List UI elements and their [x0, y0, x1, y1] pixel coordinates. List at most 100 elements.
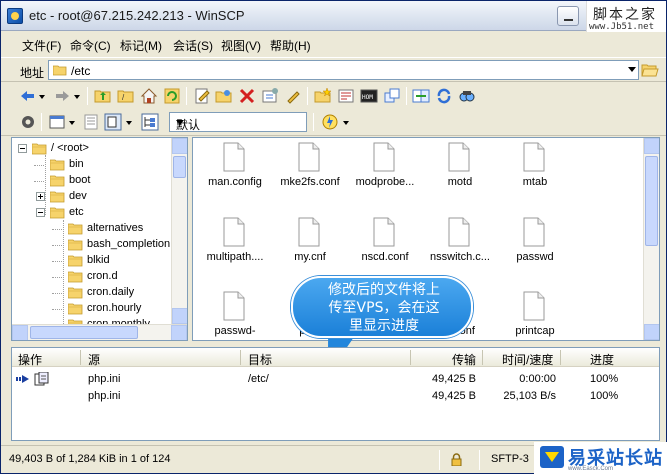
address-input[interactable]: /etc	[48, 60, 639, 80]
queue-row[interactable]: php.ini /etc/ 49,425 B 0:00:00 100%	[12, 372, 659, 388]
file-item[interactable]: passwd	[495, 215, 575, 285]
annotation-callout: 修改后的文件将上 传至VPS，会在这 里显示进度	[291, 276, 473, 338]
scroll-left-icon[interactable]	[12, 325, 28, 340]
expand-icon[interactable]	[36, 192, 45, 201]
transfer-options-dropdown-icon[interactable]	[343, 121, 349, 125]
file-item[interactable]: nsswitch.c...	[420, 215, 500, 285]
scroll-up-icon[interactable]	[172, 138, 187, 154]
queue-progress: 100%	[590, 373, 619, 385]
keep-up-to-date-icon[interactable]	[435, 87, 453, 105]
tree-item[interactable]: cron.d	[12, 269, 172, 285]
forward-dropdown-icon[interactable]	[74, 95, 80, 99]
menu-mark[interactable]: 标记(M)	[120, 37, 162, 54]
tree-item[interactable]: cron.daily	[12, 285, 172, 301]
queue-col-progress[interactable]: 进度	[590, 351, 614, 368]
file-item[interactable]: man.config	[195, 140, 275, 210]
tree-item[interactable]: bin	[12, 157, 172, 173]
callout-text: 修改后的文件将上 传至VPS，会在这 里显示进度	[305, 281, 463, 335]
lock-icon	[451, 453, 462, 466]
queue-icon[interactable]	[337, 87, 355, 105]
tree-item[interactable]: alternatives	[12, 221, 172, 237]
column-list-icon[interactable]	[82, 113, 100, 131]
forward-arrow-icon[interactable]	[53, 87, 71, 105]
file-item[interactable]: motd	[420, 140, 500, 210]
edit-file-icon[interactable]	[193, 87, 211, 105]
file-item[interactable]: passwd-	[195, 289, 275, 340]
queue-col-operation[interactable]: 操作	[18, 351, 42, 368]
tree-view-icon[interactable]	[141, 113, 159, 131]
scroll-down-icon[interactable]	[172, 308, 187, 324]
file-item[interactable]: nscd.conf	[345, 215, 425, 285]
scroll-thumb[interactable]	[173, 156, 186, 178]
transfer-queue[interactable]: 操作 源 目标 传输 时间/速度 进度 php.ini /etc/ 49,425…	[11, 347, 660, 441]
scroll-right-icon[interactable]	[171, 325, 187, 340]
queue-col-time-speed[interactable]: 时间/速度	[502, 351, 553, 368]
menu-session[interactable]: 会话(S)	[173, 37, 213, 54]
file-item[interactable]: my.cnf	[270, 215, 350, 285]
preferences-gear-icon[interactable]	[19, 113, 37, 131]
compare-icon[interactable]	[412, 87, 430, 105]
menu-help[interactable]: 帮助(H)	[270, 37, 311, 54]
scroll-thumb[interactable]	[645, 156, 658, 246]
view-mode-icon[interactable]	[48, 113, 66, 131]
queue-col-target[interactable]: 目标	[248, 351, 272, 368]
callout-line-2: 传至VPS，会在这	[328, 300, 440, 316]
thumbnails-icon[interactable]	[104, 113, 122, 131]
queue-col-transferred[interactable]: 传输	[452, 351, 476, 368]
tree-item[interactable]: blkid	[12, 253, 172, 269]
address-dropdown-icon[interactable]	[628, 67, 636, 72]
queue-row[interactable]: php.ini 49,425 B 25,103 B/s 100%	[12, 389, 659, 405]
tree-item-label: blkid	[87, 254, 110, 266]
minimize-button[interactable]	[557, 6, 579, 26]
synchronize-icon[interactable]	[383, 87, 401, 105]
menu-commands[interactable]: 命令(C)	[70, 37, 111, 54]
open-file-icon[interactable]	[215, 87, 233, 105]
menu-file[interactable]: 文件(F)	[22, 37, 61, 54]
scroll-down-icon[interactable]	[644, 324, 659, 340]
parent-folder-icon[interactable]	[94, 87, 112, 105]
collapse-icon[interactable]	[36, 208, 45, 217]
back-arrow-icon[interactable]	[19, 87, 37, 105]
file-icon	[223, 142, 245, 172]
properties-icon[interactable]	[261, 87, 279, 105]
tree-horizontal-scrollbar[interactable]	[12, 324, 187, 340]
queue-col-source[interactable]: 源	[88, 351, 100, 368]
terminal-icon[interactable]: HOM	[360, 87, 378, 105]
tree-item[interactable]: etc	[12, 205, 172, 221]
view-mode-dropdown-icon[interactable]	[69, 121, 75, 125]
collapse-icon[interactable]	[18, 144, 27, 153]
files-vertical-scrollbar[interactable]	[643, 138, 659, 340]
tree-item[interactable]: bash_completion	[12, 237, 172, 253]
tree-item[interactable]: boot	[12, 173, 172, 189]
file-item[interactable]: mke2fs.conf	[270, 140, 350, 210]
tree-vertical-scrollbar[interactable]	[171, 138, 187, 324]
file-item[interactable]: multipath....	[195, 215, 275, 285]
thumbnails-dropdown-icon[interactable]	[126, 121, 132, 125]
find-files-icon[interactable]	[458, 87, 476, 105]
file-item[interactable]: mtab	[495, 140, 575, 210]
directory-tree[interactable]: / <root> bin boot dev etc alternatives bash_co…	[11, 137, 188, 341]
delete-icon[interactable]	[238, 87, 256, 105]
file-item[interactable]: printcap	[495, 289, 575, 340]
queue-header: 操作 源 目标 传输 时间/速度 进度	[12, 348, 659, 367]
queue-speed: 25,103 B/s	[503, 390, 556, 402]
transfer-settings-select[interactable]: 默认	[169, 112, 307, 132]
open-folder-icon[interactable]	[641, 62, 659, 78]
folder-icon	[49, 190, 65, 203]
refresh-icon[interactable]	[163, 87, 181, 105]
back-dropdown-icon[interactable]	[39, 95, 45, 99]
scroll-up-icon[interactable]	[644, 138, 659, 154]
tree-item[interactable]: cron.hourly	[12, 301, 172, 317]
home-icon[interactable]	[140, 87, 158, 105]
chevron-down-icon	[176, 120, 184, 125]
menu-view[interactable]: 视图(V)	[221, 37, 261, 54]
rename-icon[interactable]	[284, 87, 302, 105]
tree-item[interactable]: / <root>	[12, 141, 172, 157]
file-item[interactable]: modprobe...	[345, 140, 425, 210]
tree-item[interactable]: dev	[12, 189, 172, 205]
root-folder-icon[interactable]: /	[117, 87, 135, 105]
file-name: modprobe...	[355, 176, 415, 188]
scroll-thumb[interactable]	[30, 326, 138, 339]
transfer-options-icon[interactable]	[321, 113, 339, 131]
new-folder-icon[interactable]	[314, 87, 332, 105]
